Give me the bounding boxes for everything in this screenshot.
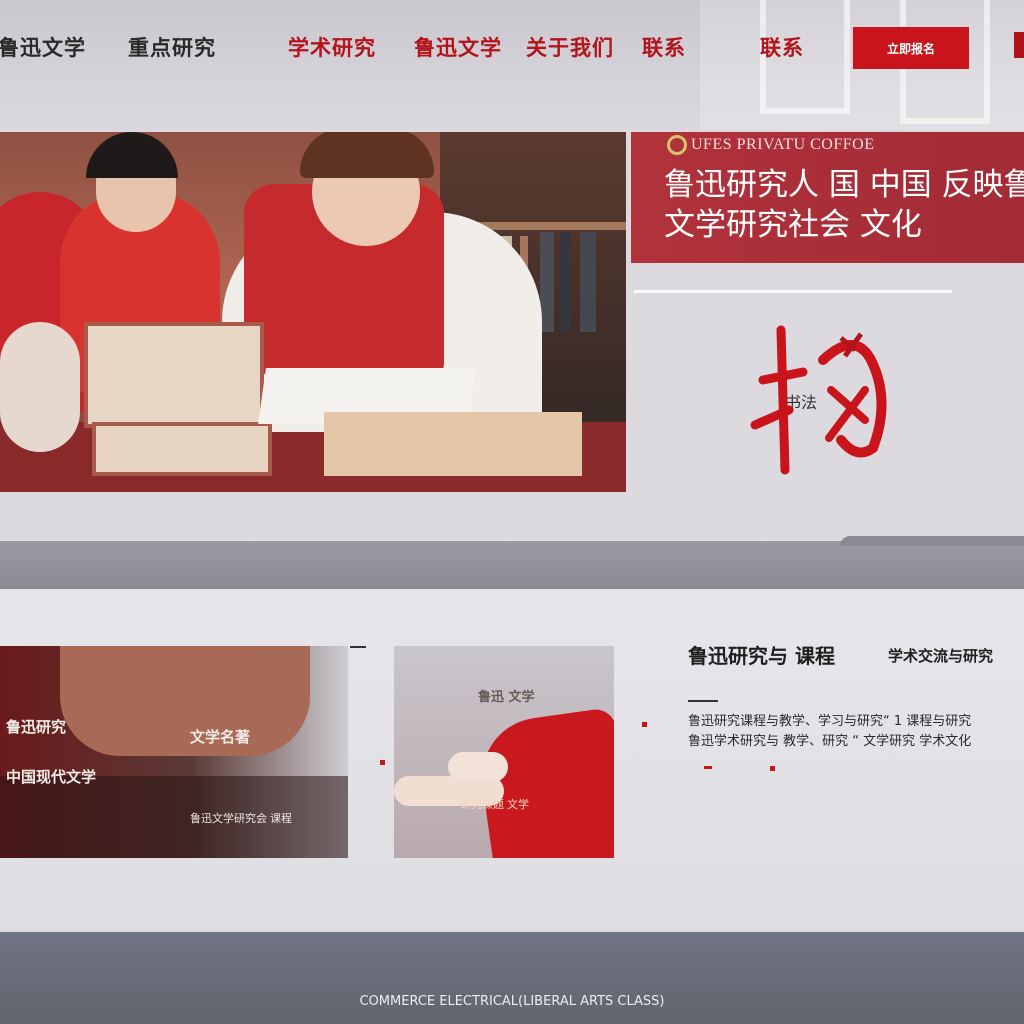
- nav-edge-marker: [1014, 32, 1024, 58]
- card-small-text: 研究课题 文学: [460, 799, 530, 811]
- feature-body-line: 鲁迅学术研究与 教学、研究 “ 文学研究 学术文化: [688, 734, 972, 749]
- card-small-text: 鲁迅文学研究会 课程: [190, 813, 293, 825]
- book-stack: [84, 322, 264, 428]
- section-divider-curve: [840, 536, 1024, 546]
- student-hair: [86, 132, 178, 178]
- feature-divider: [688, 700, 718, 702]
- feature-heading: 鲁迅研究与 课程: [688, 644, 835, 668]
- accent-dash: [350, 646, 366, 648]
- feature-card-writing[interactable]: 鲁迅 文学 研究课题 文学: [394, 646, 614, 858]
- banner-eyebrow: UFES PRIVATU COFFOE: [691, 136, 875, 153]
- feature-subheading: 学术交流与研究: [888, 647, 994, 665]
- card-caption: 鲁迅 文学: [478, 690, 535, 705]
- nav-item-about[interactable]: 关于我们: [526, 32, 614, 62]
- card-caption: 鲁迅研究: [6, 718, 67, 736]
- feature-body-line: 鲁迅研究课程与教学、学习与研究“ 1 课程与研究: [688, 714, 972, 729]
- hand: [448, 752, 508, 782]
- book-stack: [92, 422, 272, 476]
- site-header: 鲁迅文学 重点研究 学术研究 鲁迅文学 关于我们 联系 联系 立即报名: [0, 0, 1024, 130]
- card-caption: 文学名著: [190, 728, 251, 746]
- accent-dot: [704, 766, 712, 769]
- hero-banner: UFES PRIVATU COFFOE 鲁迅研究人 国 中国 反映鲁迅的 文学研…: [631, 132, 1024, 263]
- nav-item-more[interactable]: 联系: [760, 32, 804, 62]
- feature-body: 鲁迅研究课程与教学、学习与研究“ 1 课程与研究 鲁迅学术研究与 教学、研究 “…: [688, 712, 1024, 752]
- college-logo-icon: [667, 135, 687, 155]
- accent-dot: [380, 760, 385, 765]
- closed-book: [324, 412, 582, 476]
- calligraphy-seal-icon: 书法: [750, 325, 887, 475]
- basket-texture: [60, 646, 310, 756]
- accent-dot: [770, 766, 775, 771]
- teacher-hair: [300, 132, 434, 178]
- main-nav: 鲁迅文学 重点研究 学术研究 鲁迅文学 关于我们 联系 联系 立即报名: [0, 26, 1024, 70]
- site-footer: [0, 932, 1024, 1024]
- hero-photo: [0, 132, 626, 492]
- hand: [0, 322, 80, 452]
- banner-title-line: 鲁迅研究人 国 中国 反映鲁迅的: [664, 167, 1024, 203]
- calligraphy-annotation: 书法: [785, 393, 817, 412]
- card-caption: 中国现代文学: [6, 768, 97, 786]
- hero-divider: [634, 290, 952, 293]
- nav-item-contact[interactable]: 联系: [642, 32, 686, 62]
- banner-title: 鲁迅研究人 国 中国 反映鲁迅的 文学研究社会 文化: [664, 165, 1024, 245]
- enroll-button[interactable]: 立即报名: [853, 27, 969, 69]
- accent-dot: [642, 722, 647, 727]
- nav-item-literature[interactable]: 鲁迅文学: [414, 32, 502, 62]
- nav-item-academic[interactable]: 学术研究: [288, 32, 376, 62]
- section-divider-band: [0, 541, 1024, 589]
- site-logo[interactable]: 鲁迅文学: [0, 32, 86, 62]
- footer-copyright: COMMERCE ELECTRICAL(LIBERAL ARTS CLASS): [359, 994, 665, 1009]
- banner-title-line: 文学研究社会 文化: [664, 207, 922, 243]
- nav-item-research[interactable]: 重点研究: [128, 32, 216, 62]
- feature-card-reading[interactable]: 鲁迅研究 文学名著 中国现代文学 鲁迅文学研究会 课程: [0, 646, 348, 858]
